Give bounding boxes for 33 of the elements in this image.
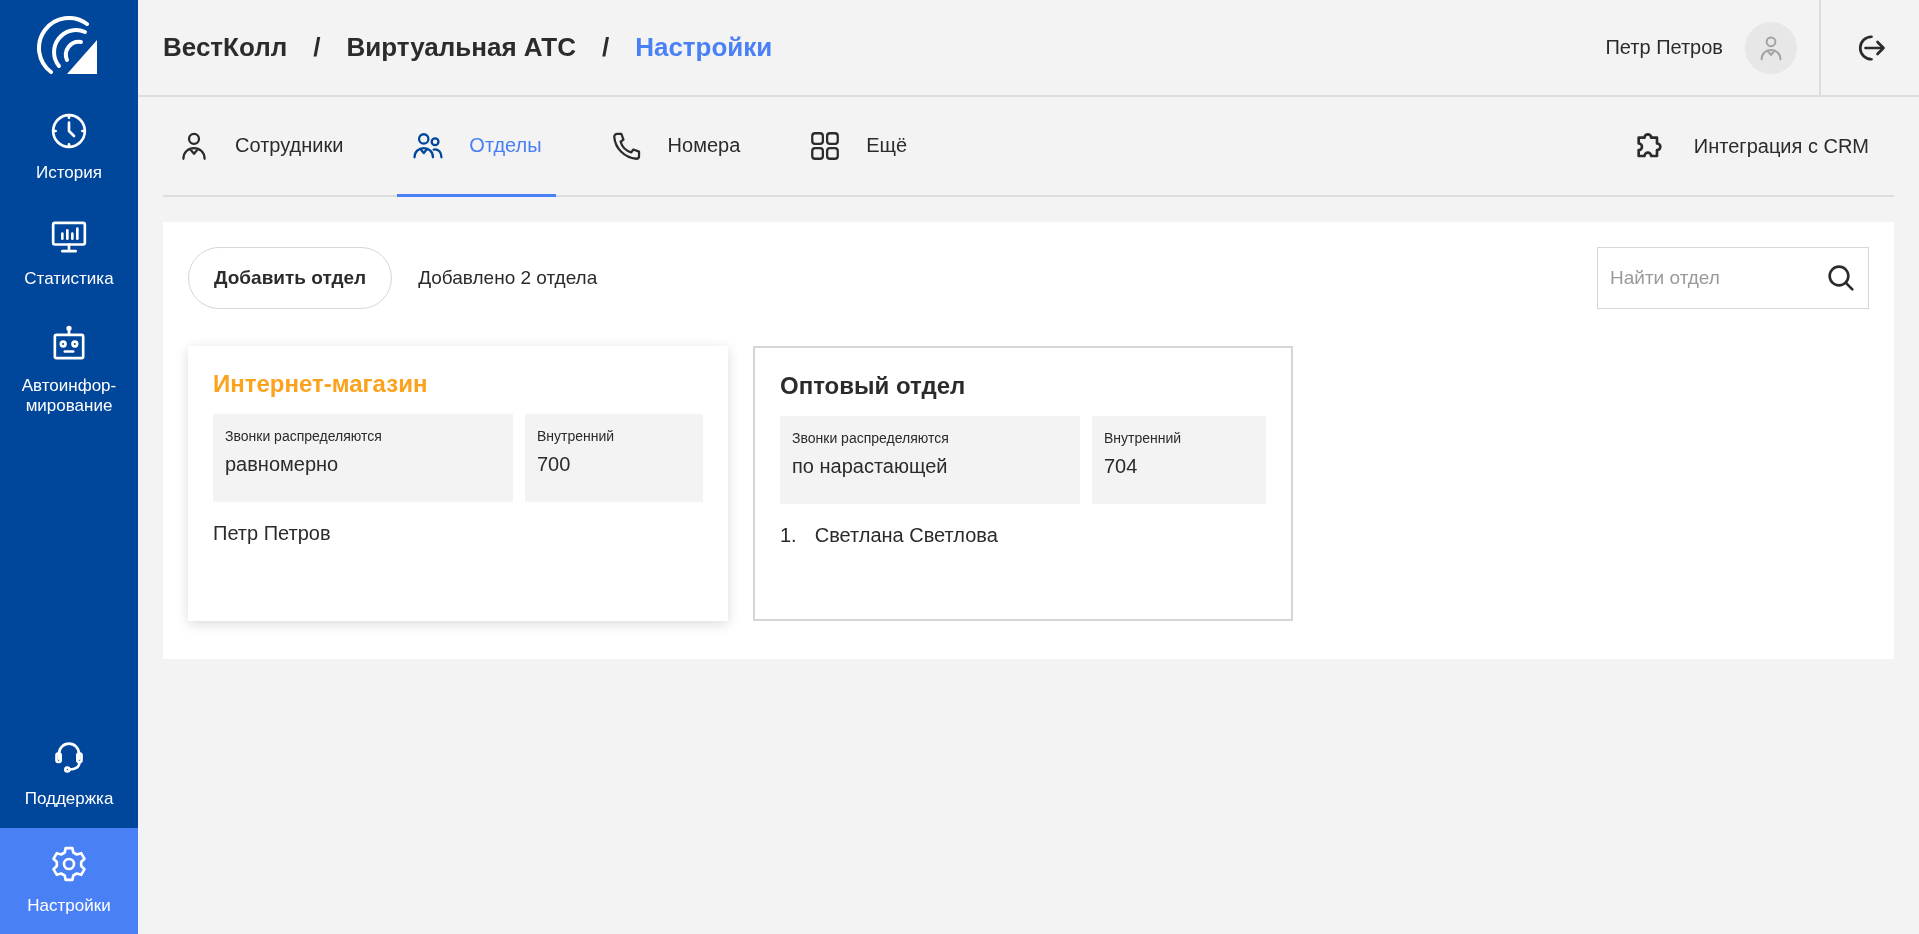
field-label: Внутренний — [537, 428, 616, 444]
tab[interactable]: Номера — [595, 97, 755, 197]
search-field[interactable]: Найти отдел — [1597, 247, 1869, 309]
breadcrumb-separator: / — [601, 32, 610, 63]
clock-icon — [49, 111, 89, 151]
sidebar-item[interactable]: Поддержка — [0, 721, 138, 828]
tab[interactable]: Ещё — [794, 97, 922, 197]
member-name: Петр Петров — [213, 522, 331, 545]
crm-integration-link[interactable]: Интеграция с CRM — [1631, 97, 1894, 195]
field-label: Звонки распределяются — [225, 428, 383, 444]
field-value: по нарастающей — [792, 455, 949, 478]
breadcrumb-separator: / — [313, 32, 321, 63]
tab[interactable]: Сотрудники — [163, 97, 358, 197]
sidebar-item[interactable]: История — [0, 95, 138, 202]
department-title[interactable]: Оптовый отдел — [780, 372, 1266, 400]
breadcrumb-link[interactable]: Виртуальная АТС — [346, 32, 576, 63]
department-card[interactable]: Интернет-магазин Звонки распределяются равномерно Внутренний 700 Петр Петров — [188, 346, 728, 621]
field-value: 700 — [537, 453, 572, 476]
sidebar-item[interactable]: Настройки — [0, 827, 138, 934]
user-name: Петр Петров — [1605, 36, 1723, 59]
department-count: Добавлено 2 отдела — [418, 267, 599, 289]
sidebar-item[interactable]: Автоинфор- мирование — [0, 307, 138, 435]
list-number: 1. — [780, 524, 797, 547]
member-name: Светлана Светлова — [814, 524, 998, 547]
sidebar-item[interactable]: Статистика — [0, 201, 138, 308]
field-label: Звонки распределяются — [792, 430, 950, 446]
field-value: 704 — [1104, 455, 1139, 478]
add-department-button[interactable]: Добавить отдел — [188, 247, 393, 309]
search-icon[interactable] — [1825, 262, 1857, 294]
field-label: Внутренний — [1104, 430, 1183, 446]
breadcrumb-link[interactable]: ВестКолл — [163, 32, 288, 63]
field-value: равномерно — [225, 453, 340, 476]
department-card[interactable]: Оптовый отдел Звонки распределяются по нарастающей Внутренний 704 1. Светлана Светлова — [753, 346, 1293, 621]
